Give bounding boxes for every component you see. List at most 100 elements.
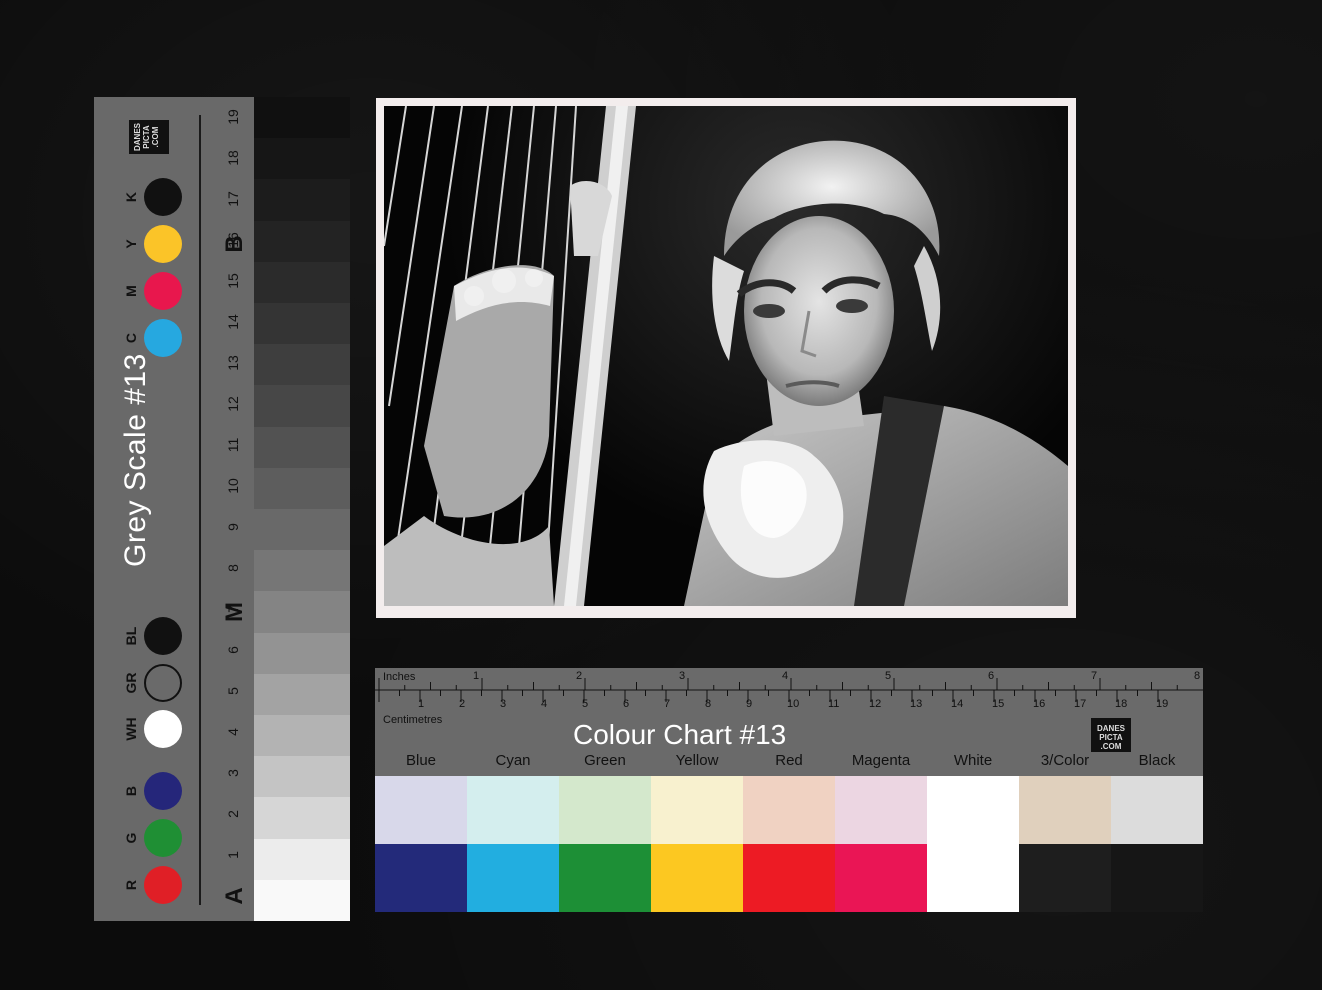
inch-number: 2 [576,670,583,682]
colour-column-label: Cyan [495,752,531,769]
grey-step [254,220,350,262]
cm-number: 8 [705,698,712,710]
colour-patch-dark [1111,844,1203,912]
grey-step-number: 13 [225,355,241,371]
swatch-letter: K [123,191,139,203]
cm-number: 1 [418,698,425,710]
colour-patch-dark [651,844,743,912]
grey-step [254,138,350,180]
grey-step [254,797,350,839]
grey-step-number: 9 [225,523,241,531]
cm-number: 3 [500,698,507,710]
swatch-dot-r [144,866,182,904]
swatch-letter: B [123,785,139,797]
colour-column-labels: Blue Cyan Green Yellow Red Magenta White 3/Colo… [375,752,1203,772]
grey-step [254,632,350,674]
grey-step [254,756,350,798]
grey-step-number: 12 [225,396,241,412]
portrait-illustration [384,106,1068,606]
swatch-dot-m [144,272,182,310]
colour-patch-light [559,776,651,844]
grey-step-number: 4 [225,728,241,736]
swatch-letter: GR [123,672,139,694]
colour-column-label: 3/Color [1040,752,1090,769]
colour-column-label: Yellow [675,752,719,769]
cm-number: 11 [828,698,840,710]
colour-patch-dark [927,844,1019,912]
inch-number: 4 [782,670,789,682]
cm-number: 15 [992,698,1005,710]
colour-patch-light [835,776,927,844]
grey-step-number: 6 [225,646,241,654]
grey-step [254,509,350,551]
grey-step [254,303,350,345]
colour-patch-light [1111,776,1203,844]
cm-number: 5 [582,698,589,710]
swatch-dot-c [144,319,182,357]
swatch-dot-b [144,772,182,810]
swatch-letter: C [123,332,139,344]
grey-step-number: 15 [225,273,241,289]
danes-picta-logo: DANES PICTA .COM [1091,718,1131,752]
cm-number: 18 [1115,698,1128,710]
inch-number: 1 [473,670,480,682]
cm-number: 10 [787,698,800,710]
centimetres-label: Centimetres [383,714,443,726]
inch-number: 7 [1091,670,1098,682]
colour-patch-dark [835,844,927,912]
colour-patch-dark [559,844,651,912]
cm-number: 2 [459,698,466,710]
colour-column-label: Green [584,752,626,769]
grey-step [254,467,350,510]
swatch-dot-y [144,225,182,263]
light-patch-row [375,776,1203,844]
colour-column-label: Magenta [851,752,911,769]
portrait-photo [384,106,1068,606]
cm-number: 6 [623,698,630,710]
swatch-dot-wh [144,710,182,748]
grey-step [254,179,350,221]
colour-patch-light [743,776,835,844]
grey-step-number: 10 [225,478,241,494]
grey-step-number: 2 [225,810,241,818]
grey-step [254,838,350,880]
colour-column-label: White [953,752,993,769]
swatch-dot-k [144,178,182,216]
inch-number: 6 [988,670,995,682]
cm-number: 13 [910,698,923,710]
colour-chart-card: Inches Centimetres 1 2 3 4 5 6 7 8 1 2 3 4 5 6 7 8 9 10 11… [375,668,1203,912]
danes-picta-logo: DANES PICTA .COM [129,120,169,154]
colour-patch-dark [743,844,835,912]
grey-scale-ruler-line [199,115,201,905]
cm-number: 9 [746,698,753,710]
swatch-letter: BL [123,626,139,646]
colour-column-label: Black [1138,752,1176,769]
swatch-letter: R [123,879,139,891]
cm-number: 12 [869,698,882,710]
cm-number: 19 [1156,698,1169,710]
cm-number: 14 [951,698,964,710]
photo-print [376,98,1076,618]
dark-patch-row [375,844,1203,912]
grey-step-number: 14 [225,314,241,330]
swatch-dot-g [144,819,182,857]
cm-number: 16 [1033,698,1046,710]
grey-step-number: 5 [225,687,241,695]
inch-number: 5 [885,670,892,682]
grey-step [254,426,350,468]
colour-patch-light [375,776,467,844]
swatch-dot-gr [144,664,182,702]
cm-number: 4 [541,698,548,710]
grey-scale-mid-label-m: M [221,602,248,622]
grey-step [254,550,350,592]
grey-step-number: 17 [225,191,241,207]
grey-step-number: 1 [225,851,241,859]
colour-chart-title: Colour Chart #13 [573,719,787,750]
grey-step [254,879,350,922]
colour-column-label: Red [775,752,803,769]
grey-scale-steps [254,97,350,922]
grey-step-number: 11 [225,437,241,453]
colour-column-label: Blue [405,752,437,769]
grey-step-number: 3 [225,769,241,777]
grey-scale-end-label-a: A [221,887,248,905]
